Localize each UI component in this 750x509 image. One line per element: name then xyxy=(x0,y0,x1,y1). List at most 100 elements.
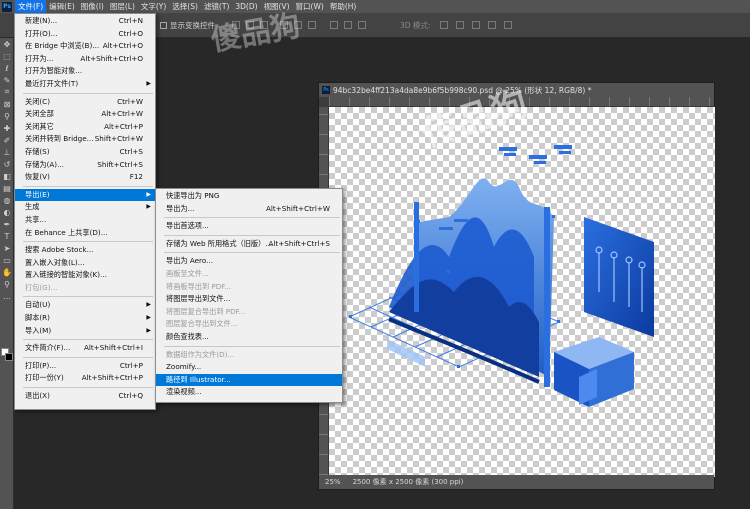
menu-select[interactable]: 选择(S) xyxy=(169,0,201,13)
healing-tool-icon[interactable]: ✚ xyxy=(0,122,14,134)
quick-select-tool-icon[interactable]: ✎ xyxy=(0,74,14,86)
history-brush-icon[interactable]: ↺ xyxy=(0,158,14,170)
menu-edit[interactable]: 编辑(E) xyxy=(46,0,78,13)
export-menu-item[interactable]: 颜色查找表... xyxy=(156,331,342,344)
file-menu-item[interactable]: 关闭(C) Ctrl+W xyxy=(15,96,155,109)
align-middle-icon[interactable] xyxy=(294,21,302,29)
stamp-tool-icon[interactable]: ⊥ xyxy=(0,146,14,158)
file-menu-item[interactable]: 打包(G)... xyxy=(15,282,155,295)
menu-3d[interactable]: 3D(D) xyxy=(232,0,260,13)
distribute-v-icon[interactable] xyxy=(358,21,366,29)
file-menu-item[interactable]: 最近打开文件(T) ▶ xyxy=(15,78,155,91)
distribute-h-icon[interactable] xyxy=(344,21,352,29)
export-menu-item[interactable]: 存储为 Web 所用格式（旧版）... Alt+Shift+Ctrl+S xyxy=(156,238,342,251)
menu-help[interactable]: 帮助(H) xyxy=(327,0,360,13)
export-menu-item[interactable]: 将图层复合导出到 PDF... xyxy=(156,306,342,319)
hand-tool-icon[interactable]: ✋ xyxy=(0,266,14,278)
file-menu-item[interactable]: 自动(U) ▶ xyxy=(15,299,155,312)
menu-type[interactable]: 文字(Y) xyxy=(138,0,169,13)
align-right-icon[interactable] xyxy=(260,21,268,29)
color-swatches[interactable] xyxy=(1,348,13,362)
menu-view[interactable]: 视图(V) xyxy=(261,0,293,13)
3d-rotate-icon[interactable] xyxy=(440,21,448,29)
export-menu-item[interactable]: 快速导出为 PNG xyxy=(156,190,342,203)
eyedropper-tool-icon[interactable]: ⚲ xyxy=(0,110,14,122)
menu-file[interactable]: 文件(F) xyxy=(15,0,47,13)
export-menu-item[interactable]: 导出为 Aero... xyxy=(156,255,342,268)
file-menu-item[interactable]: 关闭并转到 Bridge... Shift+Ctrl+W xyxy=(15,133,155,146)
align-bottom-icon[interactable] xyxy=(308,21,316,29)
file-menu-item[interactable]: 脚本(R) ▶ xyxy=(15,312,155,325)
menu-layer[interactable]: 图层(L) xyxy=(107,0,138,13)
file-menu-item[interactable]: 退出(X) Ctrl+Q xyxy=(15,390,155,403)
eraser-tool-icon[interactable]: ◧ xyxy=(0,170,14,182)
align-top-icon[interactable] xyxy=(280,21,288,29)
export-menu-item[interactable]: 将图层导出到文件... xyxy=(156,293,342,306)
file-menu-item[interactable]: 打开为... Alt+Shift+Ctrl+O xyxy=(15,53,155,66)
file-menu-item[interactable]: 导出(E) ▶ xyxy=(15,188,155,202)
pen-tool-icon[interactable]: ✒ xyxy=(0,218,14,230)
file-menu-item[interactable]: 存储(S) Ctrl+S xyxy=(15,146,155,159)
file-menu-item[interactable]: 关闭其它 Alt+Ctrl+P xyxy=(15,121,155,134)
move-tool-icon[interactable]: ✥ xyxy=(0,38,14,50)
file-menu-item[interactable]: 打开(O)... Ctrl+O xyxy=(15,28,155,41)
dodge-tool-icon[interactable]: ◐ xyxy=(0,206,14,218)
file-menu-item[interactable]: 关闭全部 Alt+Ctrl+W xyxy=(15,108,155,121)
file-menu-item[interactable]: 存储为(A)... Shift+Ctrl+S xyxy=(15,159,155,172)
distribute-icon[interactable] xyxy=(330,21,338,29)
3d-scale-icon[interactable] xyxy=(504,21,512,29)
canvas[interactable] xyxy=(329,107,715,477)
3d-slide-icon[interactable] xyxy=(488,21,496,29)
export-menu-item[interactable]: 导出为... Alt+Shift+Ctrl+W xyxy=(156,203,342,216)
file-menu-item[interactable]: 置入嵌入对象(L)... xyxy=(15,257,155,270)
file-menu-item[interactable]: 新建(N)... Ctrl+N xyxy=(15,15,155,28)
file-menu-item[interactable]: 在 Behance 上共享(D)... xyxy=(15,227,155,240)
gradient-tool-icon[interactable]: ▤ xyxy=(0,182,14,194)
marquee-tool-icon[interactable]: ⬚ xyxy=(0,50,14,62)
file-menu-item[interactable]: 恢复(V) F12 xyxy=(15,171,155,184)
path-select-tool-icon[interactable]: ➤ xyxy=(0,242,14,254)
file-menu-item[interactable]: 打印(P)... Ctrl+P xyxy=(15,360,155,373)
crop-tool-icon[interactable]: ⌗ xyxy=(0,86,14,98)
type-tool-icon[interactable]: T xyxy=(0,230,14,242)
document-size[interactable]: 2500 像素 x 2500 像素 (300 ppi) xyxy=(353,477,464,487)
show-transform-checkbox[interactable] xyxy=(160,22,167,29)
horizontal-ruler[interactable] xyxy=(329,97,714,107)
menu-window[interactable]: 窗口(W) xyxy=(293,0,327,13)
menu-item-label: 数据组作为文件(D)... xyxy=(166,349,235,359)
file-menu-item[interactable]: 导入(M) ▶ xyxy=(15,325,155,338)
blur-tool-icon[interactable]: ◍ xyxy=(0,194,14,206)
brush-tool-icon[interactable]: ✐ xyxy=(0,134,14,146)
file-menu-item[interactable]: 文件简介(F)... Alt+Shift+Ctrl+I xyxy=(15,342,155,355)
export-menu-item[interactable]: 图层复合导出到文件... xyxy=(156,318,342,331)
align-left-icon[interactable] xyxy=(232,21,240,29)
zoom-level[interactable]: 25% xyxy=(325,478,341,486)
export-menu-item[interactable]: 将画板导出到 PDF... xyxy=(156,281,342,294)
background-color-swatch[interactable] xyxy=(5,353,13,361)
shape-tool-icon[interactable]: ▭ xyxy=(0,254,14,266)
export-menu-item[interactable]: 画板至文件... xyxy=(156,268,342,281)
3d-roll-icon[interactable] xyxy=(456,21,464,29)
lasso-tool-icon[interactable]: ℓ xyxy=(0,62,14,74)
document-tab[interactable]: Ps 94bc32be4ff213a4da8e9b6f5b998c90.psd … xyxy=(319,83,714,97)
file-menu-item[interactable]: 生成 ▶ xyxy=(15,201,155,214)
file-menu-item[interactable]: 打开为智能对象... xyxy=(15,65,155,78)
export-menu-item[interactable]: 路径到 Illustrator... xyxy=(156,373,342,387)
export-menu-item[interactable]: 渲染视频... xyxy=(156,386,342,399)
file-menu-item[interactable]: 共享... xyxy=(15,214,155,227)
more-tools-icon[interactable]: … xyxy=(0,290,14,302)
file-menu-item[interactable]: 在 Bridge 中浏览(B)... Alt+Ctrl+O xyxy=(15,40,155,53)
zoom-tool-icon[interactable]: ⚲ xyxy=(0,278,14,290)
3d-drag-icon[interactable] xyxy=(472,21,480,29)
menu-filter[interactable]: 滤镜(T) xyxy=(201,0,232,13)
frame-tool-icon[interactable]: ⊠ xyxy=(0,98,14,110)
file-menu-item[interactable]: 搜索 Adobe Stock... xyxy=(15,244,155,257)
export-menu-item[interactable]: Zoomify... xyxy=(156,361,342,374)
align-center-icon[interactable] xyxy=(246,21,254,29)
show-transform-controls[interactable]: 显示变换控件 xyxy=(160,20,215,31)
file-menu-item[interactable]: 打印一份(Y) Alt+Shift+Ctrl+P xyxy=(15,372,155,385)
menu-image[interactable]: 图像(I) xyxy=(78,0,107,13)
export-menu-item[interactable]: 数据组作为文件(D)... xyxy=(156,349,342,362)
file-menu-item[interactable]: 置入链接的智能对象(K)... xyxy=(15,269,155,282)
export-menu-item[interactable]: 导出首选项... xyxy=(156,220,342,233)
